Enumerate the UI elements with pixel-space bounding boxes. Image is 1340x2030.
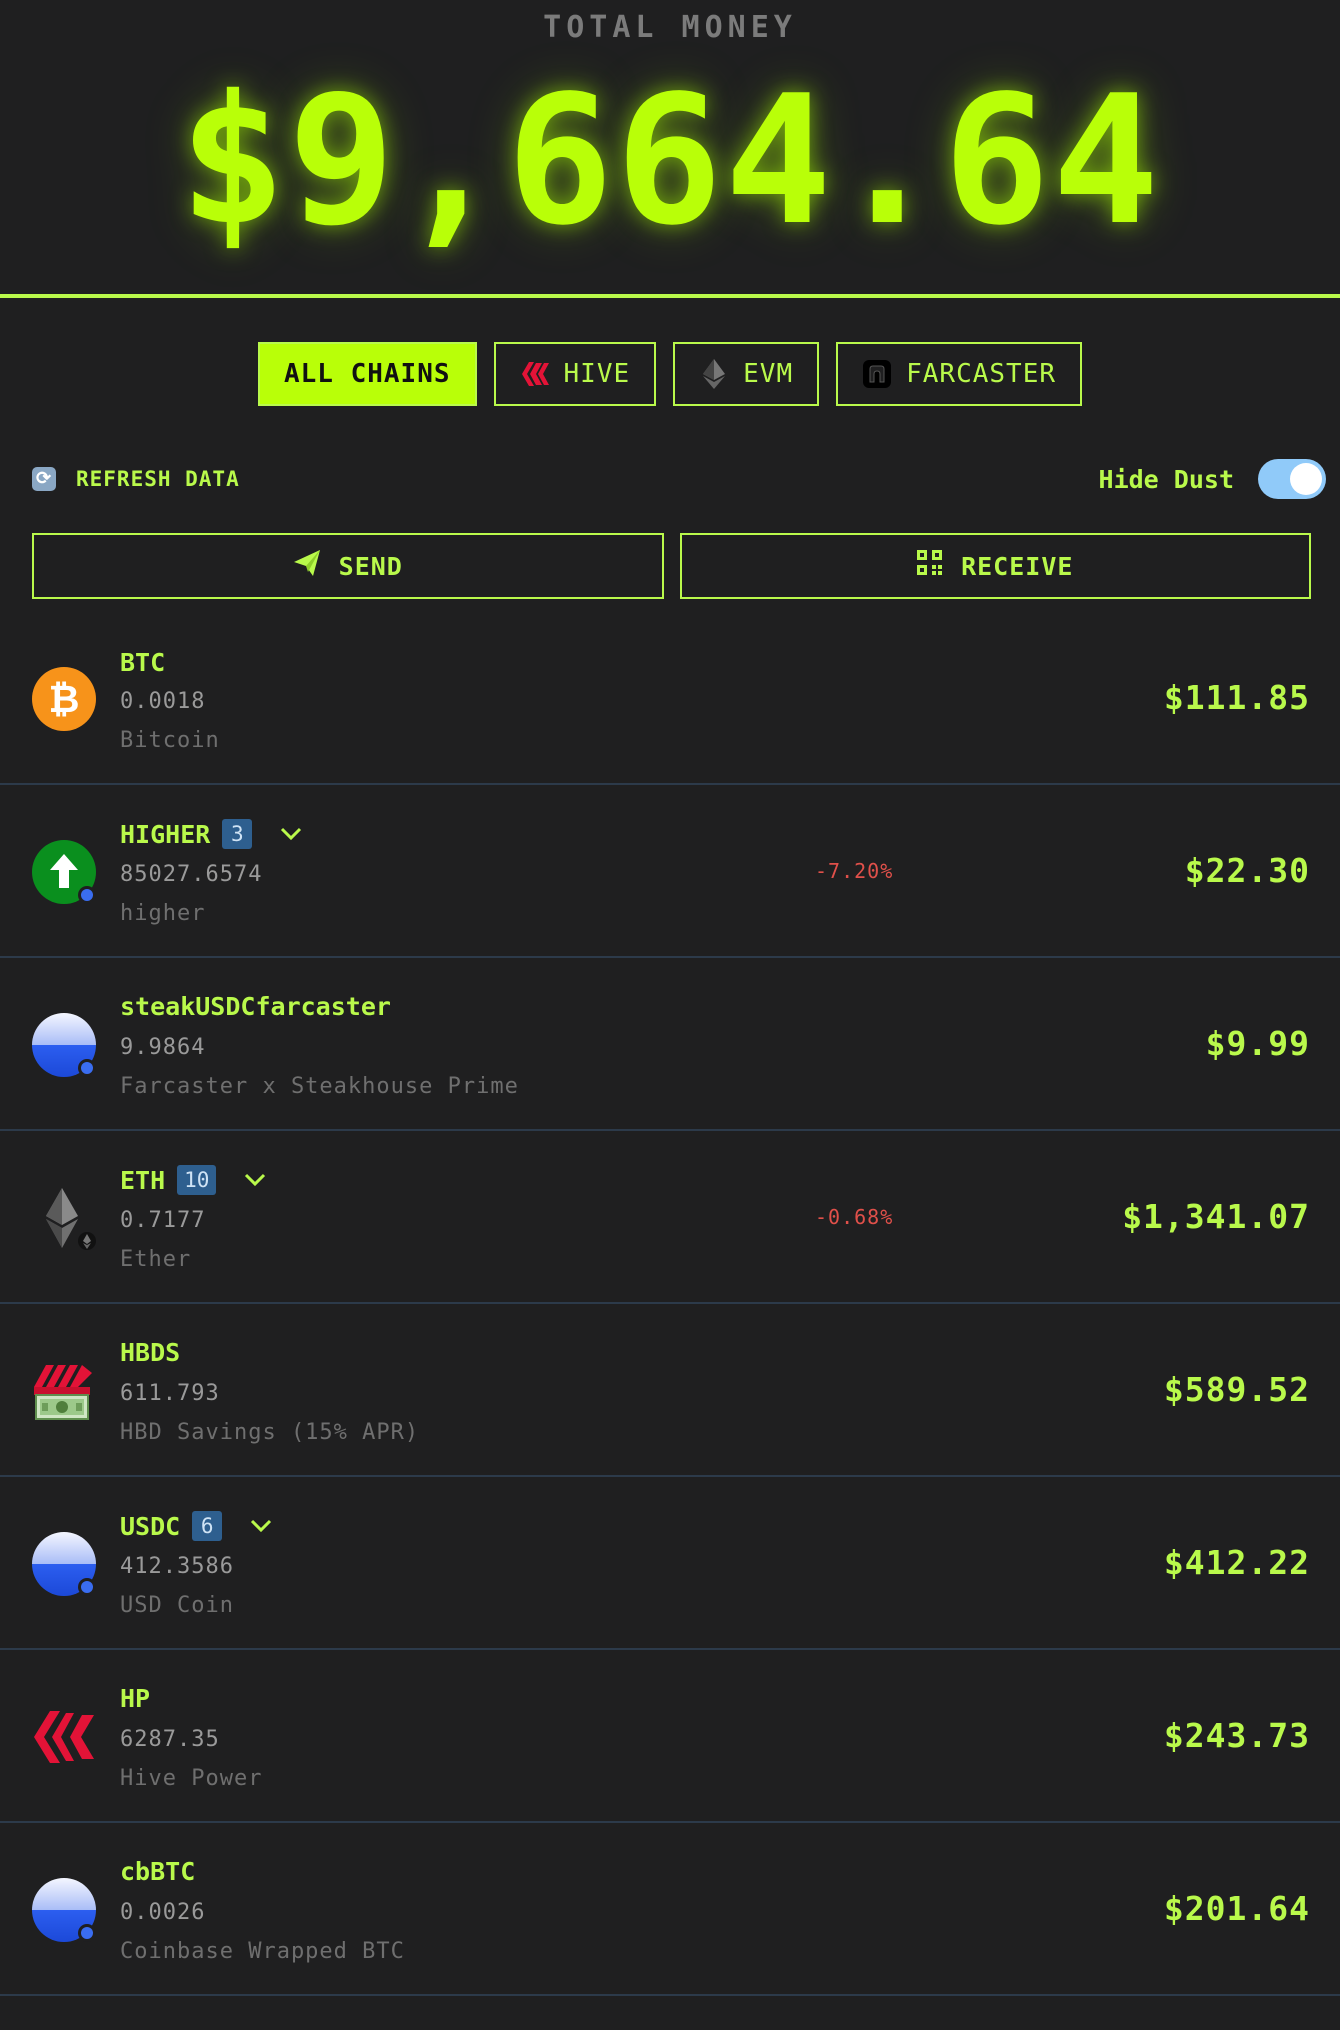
tab-farcaster-label: FARCASTER — [906, 359, 1057, 389]
asset-symbol-row: cbBTC — [120, 1857, 195, 1886]
asset-value: $111.85 — [1163, 678, 1310, 717]
asset-amount: 6287.35 — [120, 1727, 220, 1752]
asset-symbol-row: USDC 6 — [120, 1511, 274, 1541]
asset-symbol-row: HP — [120, 1684, 150, 1713]
asset-value: $1,341.07 — [1122, 1197, 1310, 1236]
asset-symbol-row: HBDS — [120, 1338, 180, 1367]
asset-row-eth[interactable]: ETH 10 0.7177 Ether -0.68% $1,341.07 — [0, 1131, 1340, 1304]
receive-label: RECEIVE — [961, 551, 1074, 581]
asset-name: USD Coin — [120, 1593, 234, 1618]
higher-icon — [32, 840, 96, 904]
send-icon — [293, 549, 321, 583]
tab-hive[interactable]: HIVE — [493, 342, 657, 406]
tab-hive-label: HIVE — [563, 359, 631, 389]
asset-amount: 0.0018 — [120, 689, 206, 714]
tab-evm[interactable]: EVM — [673, 342, 820, 406]
tab-evm-label: EVM — [743, 359, 794, 389]
asset-amount: 412.3586 — [120, 1554, 234, 1579]
total-money-amount: $9,664.64 — [178, 57, 1162, 264]
asset-name: HBD Savings (15% APR) — [120, 1420, 420, 1445]
send-label: SEND — [338, 551, 403, 581]
asset-symbol: cbBTC — [120, 1857, 196, 1886]
asset-value: $412.22 — [1163, 1543, 1310, 1582]
controls-row: ⟳ REFRESH DATA Hide Dust — [32, 458, 1326, 500]
bitcoin-icon: ₿ — [32, 667, 96, 731]
asset-name: Bitcoin — [120, 728, 220, 753]
asset-symbol-row: BTC — [120, 648, 165, 677]
asset-value: $201.64 — [1163, 1889, 1310, 1928]
total-money-label: TOTAL MONEY — [543, 10, 797, 45]
asset-name: Hive Power — [120, 1766, 263, 1791]
hide-dust-label: Hide Dust — [1098, 464, 1234, 494]
asset-name: Ether — [120, 1247, 192, 1272]
asset-amount: 0.7177 — [120, 1208, 206, 1233]
hive-icon — [520, 359, 550, 389]
asset-row-cbbtc[interactable]: cbBTC 0.0026 Coinbase Wrapped BTC $201.6… — [0, 1823, 1340, 1996]
asset-value: $9.99 — [1205, 1024, 1310, 1063]
asset-row-usdc[interactable]: USDC 6 412.3586 USD Coin $412.22 — [0, 1477, 1340, 1650]
asset-row-hp[interactable]: HP 6287.35 Hive Power $243.73 — [0, 1650, 1340, 1823]
base-token-icon — [32, 1878, 96, 1942]
asset-value: $22.30 — [1184, 851, 1310, 890]
chevron-down-icon[interactable] — [242, 1167, 268, 1193]
qr-code-icon — [917, 550, 943, 582]
hbd-savings-icon — [32, 1359, 96, 1423]
asset-symbol: steakUSDCfarcaster — [120, 992, 391, 1021]
asset-price-change: -0.68% — [815, 1205, 894, 1229]
asset-amount: 85027.6574 — [120, 862, 263, 887]
refresh-data-label: REFRESH DATA — [76, 467, 240, 491]
chain-count-badge: 6 — [192, 1511, 223, 1541]
refresh-icon: ⟳ — [32, 467, 56, 491]
asset-symbol-row: HIGHER 3 — [120, 819, 304, 849]
tab-all-chains[interactable]: ALL CHAINS — [257, 342, 477, 406]
asset-symbol: BTC — [120, 648, 166, 677]
asset-symbol: HBDS — [120, 1338, 181, 1367]
asset-value: $589.52 — [1163, 1370, 1310, 1409]
chain-count-badge: 3 — [222, 819, 253, 849]
asset-row-hbds[interactable]: HBDS 611.793 HBD Savings (15% APR) $589.… — [0, 1304, 1340, 1477]
total-money-header: TOTAL MONEY $9,664.64 — [0, 0, 1340, 298]
receive-button[interactable]: RECEIVE — [679, 533, 1311, 599]
asset-name: higher — [120, 901, 206, 926]
chevron-down-icon[interactable] — [248, 1513, 274, 1539]
chain-filter-tabs: ALL CHAINS HIVE EVM FARCASTER — [0, 342, 1340, 406]
ethereum-icon — [699, 359, 729, 389]
hide-dust-toggle[interactable] — [1258, 459, 1326, 499]
asset-symbol: ETH — [120, 1165, 166, 1195]
chain-count-badge: 10 — [177, 1165, 217, 1195]
hive-icon — [32, 1705, 96, 1769]
hide-dust-control: Hide Dust — [1099, 459, 1326, 499]
toggle-knob — [1290, 463, 1322, 495]
asset-list: ₿ BTC 0.0018 Bitcoin $111.85 HIGHER 3 85… — [0, 612, 1340, 1996]
asset-amount: 9.9864 — [120, 1035, 206, 1060]
asset-name: Coinbase Wrapped BTC — [120, 1939, 405, 1964]
asset-row-steakusdcfarcaster[interactable]: steakUSDCfarcaster 9.9864 Farcaster x St… — [0, 958, 1340, 1131]
send-button[interactable]: SEND — [32, 533, 664, 599]
asset-symbol: HP — [120, 1684, 151, 1713]
asset-amount: 0.0026 — [120, 1900, 206, 1925]
asset-price-change: -7.20% — [815, 859, 894, 883]
ethereum-icon — [32, 1186, 96, 1250]
chevron-down-icon[interactable] — [278, 821, 304, 847]
asset-name: Farcaster x Steakhouse Prime — [120, 1074, 519, 1099]
asset-symbol: USDC — [120, 1511, 181, 1541]
refresh-data-button[interactable]: ⟳ REFRESH DATA — [32, 467, 240, 491]
asset-symbol-row: steakUSDCfarcaster — [120, 992, 391, 1021]
farcaster-icon — [862, 359, 892, 389]
base-token-icon — [32, 1532, 96, 1596]
asset-row-higher[interactable]: HIGHER 3 85027.6574 higher -7.20% $22.30 — [0, 785, 1340, 958]
asset-amount: 611.793 — [120, 1381, 220, 1406]
tab-farcaster[interactable]: FARCASTER — [836, 342, 1083, 406]
svg-text:₿: ₿ — [49, 677, 80, 721]
asset-row-btc[interactable]: ₿ BTC 0.0018 Bitcoin $111.85 — [0, 612, 1340, 785]
asset-symbol: HIGHER — [120, 819, 211, 849]
action-buttons: SEND RECEIVE — [32, 533, 1311, 599]
base-token-icon — [32, 1013, 96, 1077]
tab-all-chains-label: ALL CHAINS — [283, 359, 451, 389]
asset-symbol-row: ETH 10 — [120, 1165, 268, 1195]
asset-value: $243.73 — [1163, 1716, 1310, 1755]
